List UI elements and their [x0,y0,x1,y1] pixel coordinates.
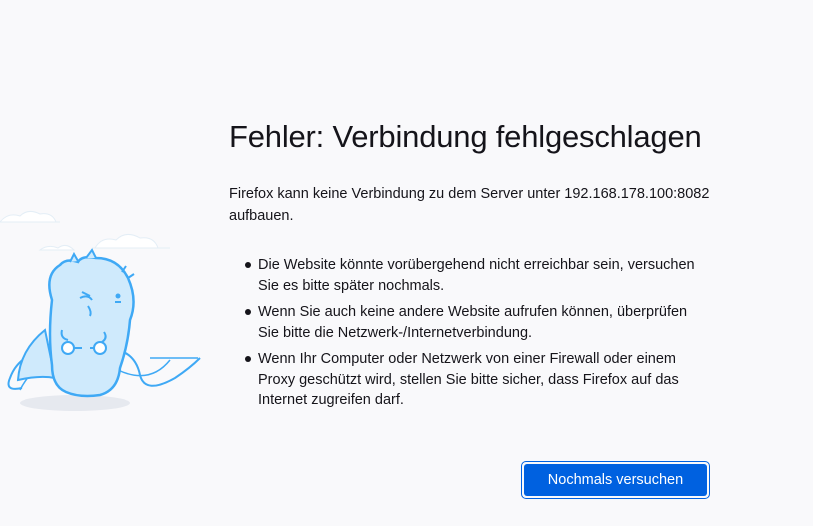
bullet-icon [245,262,251,269]
error-content: Fehler: Verbindung fehlgeschlagen Firefo… [229,118,719,417]
bullet-icon [245,309,251,316]
list-item: Die Website könnte vorübergehend nicht e… [245,255,708,296]
retry-button-focus-ring: Nochmals versuchen [521,461,710,499]
list-item: Wenn Sie auch keine andere Website aufru… [245,302,708,343]
suggestion-text: Wenn Sie auch keine andere Website aufru… [258,304,688,341]
error-page: Fehler: Verbindung fehlgeschlagen Firefo… [0,0,813,526]
suggestion-list: Die Website könnte vorübergehend nicht e… [229,255,719,411]
error-description: Firefox kann keine Verbindung zu dem Ser… [229,186,710,225]
suggestion-text: Wenn Ihr Computer oder Netzwerk von eine… [258,351,679,409]
list-item: Wenn Ihr Computer oder Netzwerk von eine… [245,349,708,411]
suggestion-text: Die Website könnte vorübergehend nicht e… [258,257,695,294]
retry-button[interactable]: Nochmals versuchen [524,464,707,496]
page-title: Fehler: Verbindung fehlgeschlagen [229,119,702,154]
unplugged-dino-icon [0,210,201,411]
bullet-icon [245,356,251,363]
